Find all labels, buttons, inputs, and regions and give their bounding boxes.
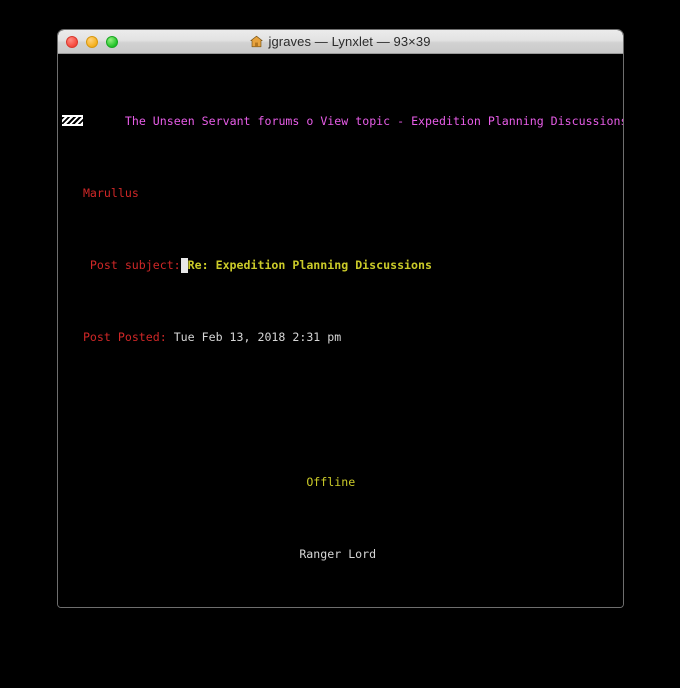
terminal-window: jgraves — Lynxlet — 93×39 The Unseen Ser… [57,29,624,608]
forum-header-link[interactable]: The Unseen Servant forums o View topic -… [125,114,623,128]
post-posted-label: Post Posted: [82,330,167,345]
image-placeholder-icon [62,114,83,126]
post-subject-value: Re: Expedition Planning Discussions [187,258,432,273]
terminal-line: Post subject: Re: Expedition Planning Di… [58,258,623,273]
terminal-screen[interactable]: The Unseen Servant forums o View topic -… [58,54,623,607]
minimize-button[interactable] [86,35,98,48]
post-subject-label: Post subject: [89,258,181,273]
user-status-offline: Offline [306,474,356,489]
post-posted-value: Tue Feb 13, 2018 2:31 pm [173,330,342,345]
zoom-button[interactable] [106,35,118,48]
user-rank: Ranger Lord [299,546,377,561]
window-title-text: jgraves — Lynxlet — 93×39 [268,34,431,49]
post-author: Marullus [82,185,139,200]
window-controls [66,30,118,53]
close-button[interactable] [66,35,78,48]
terminal-line: Post Posted: Tue Feb 13, 2018 2:31 pm [58,330,623,344]
text-cursor [180,258,188,273]
home-icon [250,35,264,48]
terminal-line: Ranger Lord [58,547,623,561]
window-titlebar[interactable]: jgraves — Lynxlet — 93×39 [58,30,623,54]
window-title: jgraves — Lynxlet — 93×39 [250,34,430,49]
terminal-line: Offline [58,475,623,489]
terminal-line: The Unseen Servant forums o View topic -… [58,114,623,128]
terminal-line: Marullus [58,186,623,200]
